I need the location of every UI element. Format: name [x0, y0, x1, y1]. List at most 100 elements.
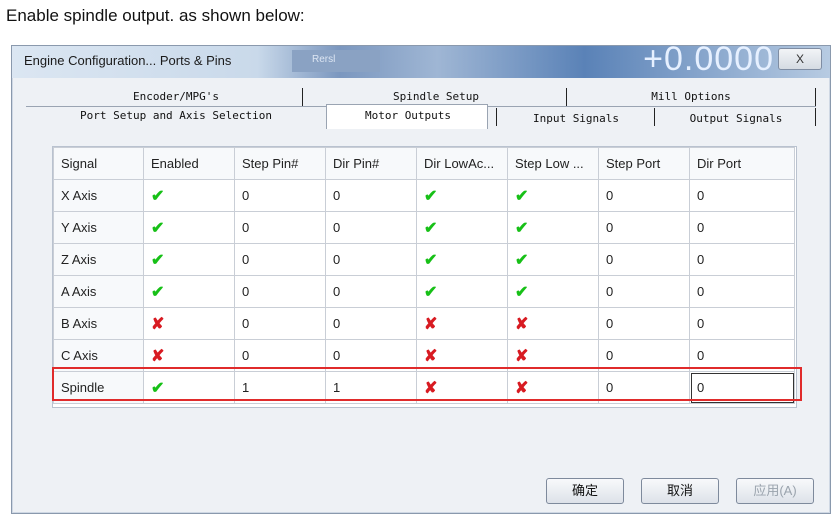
table-row[interactable]: B Axis ✘ 0 0 ✘ ✘ 0 0 — [53, 307, 795, 340]
dir-port-cell[interactable]: 0 — [689, 339, 795, 372]
red-x-icon: ✘ — [515, 347, 529, 365]
green-check-icon: ✔ — [151, 187, 165, 205]
apply-button[interactable]: 应用(A) — [736, 478, 814, 504]
tab-output-signals[interactable]: Output Signals — [666, 110, 806, 128]
table-row[interactable]: X Axis ✔ 0 0 ✔ ✔ 0 0 — [53, 179, 795, 212]
dir-pin-cell[interactable]: 0 — [325, 339, 417, 372]
step-port-cell[interactable]: 0 — [598, 243, 690, 276]
enabled-toggle[interactable]: ✔ — [143, 179, 235, 212]
step-low-active-toggle[interactable]: ✔ — [507, 243, 599, 276]
step-low-active-toggle[interactable]: ✘ — [507, 339, 599, 372]
step-low-active-toggle[interactable]: ✘ — [507, 307, 599, 340]
step-low-active-toggle[interactable]: ✔ — [507, 211, 599, 244]
step-pin-cell[interactable]: 0 — [234, 179, 326, 212]
enabled-toggle[interactable]: ✘ — [143, 307, 235, 340]
dir-port-cell[interactable]: 0 — [689, 243, 795, 276]
ok-button[interactable]: 确定 — [546, 478, 624, 504]
enabled-toggle[interactable]: ✔ — [143, 243, 235, 276]
tab-divider — [566, 88, 567, 106]
step-low-active-toggle[interactable]: ✔ — [507, 275, 599, 308]
step-pin-cell[interactable]: 0 — [234, 243, 326, 276]
table-row[interactable]: Z Axis ✔ 0 0 ✔ ✔ 0 0 — [53, 243, 795, 276]
dir-low-active-toggle[interactable]: ✘ — [416, 371, 508, 404]
red-x-icon: ✘ — [424, 347, 438, 365]
table-row[interactable]: Spindle ✔ 1 1 ✘ ✘ 0 0 — [53, 371, 795, 404]
enabled-toggle[interactable]: ✔ — [143, 211, 235, 244]
tab-motor-outputs[interactable]: Motor Outputs — [338, 107, 478, 125]
step-port-cell[interactable]: 0 — [598, 307, 690, 340]
tab-encoder-mpg[interactable]: Encoder/MPG's — [96, 88, 256, 106]
enabled-toggle[interactable]: ✔ — [143, 275, 235, 308]
table-row[interactable]: A Axis ✔ 0 0 ✔ ✔ 0 0 — [53, 275, 795, 308]
tab-port-setup[interactable]: Port Setup and Axis Selection — [46, 107, 306, 125]
tab-input-signals[interactable]: Input Signals — [506, 110, 646, 128]
green-check-icon: ✔ — [151, 251, 165, 269]
row-signal: B Axis — [53, 307, 144, 340]
step-port-cell[interactable]: 0 — [598, 179, 690, 212]
red-x-icon: ✘ — [424, 315, 438, 333]
background-dro-number: +0.0000 — [643, 40, 774, 78]
dir-pin-cell[interactable]: 0 — [325, 275, 417, 308]
step-port-cell[interactable]: 0 — [598, 275, 690, 308]
dir-port-cell[interactable]: 0 — [689, 275, 795, 308]
table-row[interactable]: C Axis ✘ 0 0 ✘ ✘ 0 0 — [53, 339, 795, 372]
cancel-button[interactable]: 取消 — [641, 478, 719, 504]
tab-divider — [815, 108, 816, 126]
enabled-toggle[interactable]: ✔ — [143, 371, 235, 404]
close-button[interactable]: X — [778, 48, 822, 70]
col-dir-pin[interactable]: Dir Pin# — [325, 147, 417, 180]
green-check-icon: ✔ — [515, 283, 529, 301]
dir-low-active-toggle[interactable]: ✔ — [416, 211, 508, 244]
enabled-toggle[interactable]: ✘ — [143, 339, 235, 372]
dir-low-active-toggle[interactable]: ✘ — [416, 307, 508, 340]
dir-low-active-toggle[interactable]: ✔ — [416, 243, 508, 276]
green-check-icon: ✔ — [424, 251, 438, 269]
col-step-low-active[interactable]: Step Low ... — [507, 147, 599, 180]
dir-low-active-toggle[interactable]: ✘ — [416, 339, 508, 372]
col-step-pin[interactable]: Step Pin# — [234, 147, 326, 180]
step-port-cell[interactable]: 0 — [598, 211, 690, 244]
step-pin-cell[interactable]: 0 — [234, 275, 326, 308]
window-title: Engine Configuration... Ports & Pins — [24, 53, 232, 68]
step-port-cell[interactable]: 0 — [598, 339, 690, 372]
col-dir-low-active[interactable]: Dir LowAc... — [416, 147, 508, 180]
tab-divider — [496, 108, 497, 126]
dir-port-cell[interactable]: 0 — [689, 211, 795, 244]
dir-pin-cell[interactable]: 0 — [325, 307, 417, 340]
title-bar: Rersl Engine Configuration... Ports & Pi… — [12, 40, 830, 78]
col-step-port[interactable]: Step Port — [598, 147, 690, 180]
step-low-active-toggle[interactable]: ✘ — [507, 371, 599, 404]
green-check-icon: ✔ — [515, 187, 529, 205]
background-chip-label: Rersl — [312, 54, 336, 65]
green-check-icon: ✔ — [151, 379, 165, 397]
table-row[interactable]: Y Axis ✔ 0 0 ✔ ✔ 0 0 — [53, 211, 795, 244]
dir-pin-cell[interactable]: 0 — [325, 179, 417, 212]
red-x-icon: ✘ — [151, 347, 165, 365]
step-port-cell[interactable]: 0 — [598, 371, 690, 404]
tab-mill-options[interactable]: Mill Options — [626, 88, 756, 106]
dir-low-active-toggle[interactable]: ✔ — [416, 179, 508, 212]
green-check-icon: ✔ — [424, 219, 438, 237]
dir-port-cell[interactable]: 0 — [689, 371, 795, 404]
green-check-icon: ✔ — [515, 251, 529, 269]
step-low-active-toggle[interactable]: ✔ — [507, 179, 599, 212]
step-pin-cell[interactable]: 0 — [234, 307, 326, 340]
col-enabled[interactable]: Enabled — [143, 147, 235, 180]
step-pin-cell[interactable]: 0 — [234, 211, 326, 244]
dir-port-cell[interactable]: 0 — [689, 179, 795, 212]
tab-strip: Encoder/MPG's Spindle Setup Mill Options… — [26, 86, 816, 129]
green-check-icon: ✔ — [151, 219, 165, 237]
dir-pin-cell[interactable]: 0 — [325, 211, 417, 244]
background-chip — [292, 50, 380, 72]
row-signal: Z Axis — [53, 243, 144, 276]
dir-low-active-toggle[interactable]: ✔ — [416, 275, 508, 308]
caption-text: Enable spindle output. as shown below: — [6, 6, 305, 25]
step-pin-cell[interactable]: 1 — [234, 371, 326, 404]
col-signal[interactable]: Signal — [53, 147, 144, 180]
step-pin-cell[interactable]: 0 — [234, 339, 326, 372]
dir-pin-cell[interactable]: 1 — [325, 371, 417, 404]
dir-port-cell[interactable]: 0 — [689, 307, 795, 340]
row-signal: C Axis — [53, 339, 144, 372]
col-dir-port[interactable]: Dir Port — [689, 147, 795, 180]
dir-pin-cell[interactable]: 0 — [325, 243, 417, 276]
